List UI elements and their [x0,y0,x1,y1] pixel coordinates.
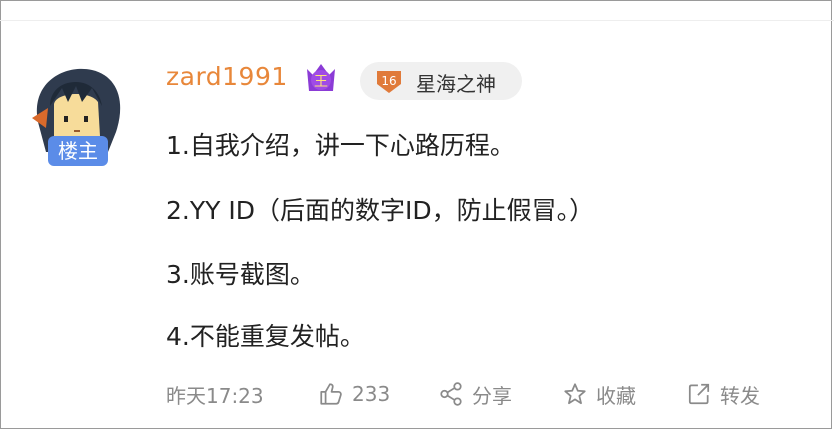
repost-button[interactable]: 转发 [686,378,760,410]
level-shield-icon: 16 [374,68,404,94]
repost-icon [688,383,710,405]
post-footer: 昨天17:23 233 分享 收藏 转发 [166,378,826,410]
favorite-label: 收藏 [596,383,636,408]
like-button[interactable]: 233 [318,378,390,410]
post-line-1: 1.自我介绍，讲一下心路历程。 [166,131,515,160]
top-divider [0,20,834,21]
thumbs-up-icon [320,383,342,405]
op-badge: 楼主 [48,136,108,166]
level-number: 16 [381,74,396,88]
post-line-2: 2.YY ID（后面的数字ID，防止假冒。） [166,196,595,225]
favorite-button[interactable]: 收藏 [562,378,636,410]
crown-wang-icon: 王 [304,61,338,97]
star-icon [564,383,586,405]
svg-text:王: 王 [314,74,328,90]
level-title: 星海之神 [416,72,496,96]
like-count: 233 [352,382,391,406]
post-line-4: 4.不能重复发帖。 [166,322,365,351]
share-button[interactable]: 分享 [438,378,512,410]
share-icon [440,382,462,406]
repost-label: 转发 [720,383,760,408]
post-line-3: 3.账号截图。 [166,260,315,289]
level-badge[interactable]: 16 星海之神 [360,62,522,100]
username[interactable]: zard1991 [166,62,288,91]
post-time: 昨天17:23 [166,383,264,408]
share-label: 分享 [472,383,512,408]
